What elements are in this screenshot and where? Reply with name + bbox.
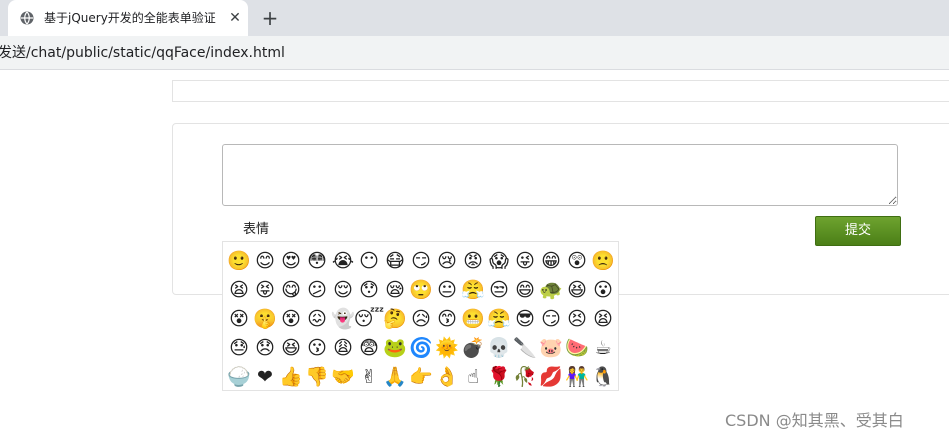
face-emoji[interactable]: 😄 [512, 276, 538, 305]
submit-button[interactable]: 提交 [815, 216, 901, 246]
tab-title: 基于jQuery开发的全能表单验证 [44, 11, 216, 25]
face-emoji[interactable]: 😵 [278, 305, 304, 334]
face-emoji[interactable]: 🤔 [382, 305, 408, 334]
face-emoji[interactable]: ✌ [356, 363, 382, 392]
face-emoji[interactable]: 😴 [354, 305, 384, 334]
comment-textarea[interactable] [222, 144, 898, 206]
face-emoji[interactable]: 😵 [226, 305, 252, 334]
face-emoji[interactable]: 🤫 [252, 305, 278, 334]
face-emoji[interactable]: 🐷 [538, 334, 564, 363]
face-emoji[interactable]: 😜 [512, 247, 538, 276]
qq-face-panel: 🙂 😊 😍 😳 😭 😶 😷 😏 😢 😡 😱 😜 😁 😲 🙁 😫 😝 😋 😕 😌 😯 😪 🙄 😐 😤 😒 😄 🐢 😆 😮 😵 🤫 😵 😖 👻 😴 🤔 😥 😙 😬… [222, 241, 619, 391]
face-emoji[interactable]: 😓 [226, 334, 252, 363]
face-emoji[interactable]: 😤 [460, 276, 486, 305]
face-emoji[interactable]: 😢 [434, 247, 460, 276]
close-icon[interactable]: ✕ [228, 11, 242, 25]
face-emoji[interactable]: 😱 [486, 247, 512, 276]
face-emoji[interactable]: 😐 [434, 276, 460, 305]
face-emoji[interactable]: 😥 [408, 305, 434, 334]
face-emoji[interactable]: 😏 [538, 305, 564, 334]
face-emoji[interactable]: 😒 [486, 276, 512, 305]
emotion-toggle[interactable]: 表情 [243, 221, 269, 239]
face-emoji[interactable]: ☕ [590, 334, 616, 363]
face-emoji[interactable]: 😊 [252, 247, 278, 276]
face-emoji[interactable]: 😭 [330, 247, 356, 276]
face-emoji[interactable]: 😳 [304, 247, 330, 276]
new-tab-icon[interactable]: + [260, 8, 280, 28]
face-emoji[interactable]: 😮 [590, 276, 616, 305]
face-emoji[interactable]: 😶 [356, 247, 382, 276]
face-emoji[interactable]: 😲 [564, 247, 590, 276]
face-emoji[interactable]: 🙄 [408, 276, 434, 305]
face-emoji[interactable]: 👫 [564, 363, 590, 392]
face-emoji[interactable]: 💀 [486, 334, 512, 363]
face-emoji[interactable]: 😗 [304, 334, 330, 363]
face-emoji[interactable]: 🙂 [226, 247, 252, 276]
csdn-watermark: CSDN @知其黑、受其白 [725, 411, 904, 430]
face-grid: 🙂 😊 😍 😳 😭 😶 😷 😏 😢 😡 😱 😜 😁 😲 🙁 😫 😝 😋 😕 😌 😯 😪 🙄 😐 😤 😒 😄 🐢 😆 😮 😵 🤫 😵 😖 👻 😴 🤔 😥 😙 😬… [226, 247, 616, 392]
face-emoji[interactable]: 🤝 [330, 363, 356, 392]
face-emoji[interactable]: 😆 [564, 276, 590, 305]
face-emoji[interactable]: 😤 [486, 305, 512, 334]
face-emoji[interactable]: 🥀 [512, 363, 538, 392]
face-emoji[interactable]: ☝ [460, 363, 486, 392]
face-emoji[interactable]: 😏 [408, 247, 434, 276]
globe-icon [20, 11, 34, 25]
face-emoji[interactable]: 😍 [278, 247, 304, 276]
face-emoji[interactable]: ❤ [252, 363, 278, 392]
top-container [172, 80, 949, 102]
face-emoji[interactable]: 🔪 [512, 334, 538, 363]
face-emoji[interactable]: 😁 [538, 247, 564, 276]
face-emoji[interactable]: 👍 [278, 363, 304, 392]
face-emoji[interactable]: 🌹 [486, 363, 512, 392]
address-bar[interactable]: 发送/chat/public/static/qqFace/index.html [0, 36, 949, 70]
face-emoji[interactable]: 👻 [330, 305, 356, 334]
face-emoji[interactable]: 😬 [460, 305, 486, 334]
face-emoji[interactable]: 😌 [330, 276, 356, 305]
face-emoji[interactable]: 😷 [382, 247, 408, 276]
face-emoji[interactable]: 🌀 [408, 334, 434, 363]
face-emoji[interactable]: 😨 [356, 334, 382, 363]
browser-tab[interactable]: 基于jQuery开发的全能表单验证 ✕ [8, 0, 248, 36]
face-emoji[interactable]: 😎 [512, 305, 538, 334]
face-emoji[interactable]: 👌 [434, 363, 460, 392]
face-emoji[interactable]: 😯 [356, 276, 382, 305]
face-emoji[interactable]: 😣 [564, 305, 590, 334]
face-emoji[interactable]: 😙 [434, 305, 460, 334]
url-text[interactable]: 发送/chat/public/static/qqFace/index.html [0, 44, 285, 62]
tab-strip: 基于jQuery开发的全能表单验证 ✕ + [0, 0, 949, 36]
face-emoji[interactable]: 😕 [304, 276, 330, 305]
face-emoji[interactable]: 😞 [252, 334, 278, 363]
face-emoji[interactable]: 😫 [590, 305, 616, 334]
face-emoji[interactable]: 🐢 [538, 276, 564, 305]
face-emoji[interactable]: 😡 [460, 247, 486, 276]
face-emoji[interactable]: 😝 [252, 276, 278, 305]
face-emoji[interactable]: 😆 [278, 334, 304, 363]
face-emoji[interactable]: 🍚 [226, 363, 252, 392]
face-emoji[interactable]: 🐸 [382, 334, 408, 363]
face-emoji[interactable]: 😋 [278, 276, 304, 305]
face-emoji[interactable]: 😩 [330, 334, 356, 363]
face-emoji[interactable]: 🙁 [590, 247, 616, 276]
face-emoji[interactable]: 👎 [304, 363, 330, 392]
face-emoji[interactable]: 🍉 [564, 334, 590, 363]
face-emoji[interactable]: 🐧 [590, 363, 616, 392]
face-emoji[interactable]: 😫 [226, 276, 252, 305]
face-emoji[interactable]: 😖 [304, 305, 330, 334]
face-emoji[interactable]: 💋 [538, 363, 564, 392]
face-emoji[interactable]: 👉 [408, 363, 434, 392]
face-emoji[interactable]: 🌞 [434, 334, 460, 363]
face-emoji[interactable]: 🙏 [382, 363, 408, 392]
face-emoji[interactable]: 💣 [460, 334, 486, 363]
face-emoji[interactable]: 😪 [382, 276, 408, 305]
